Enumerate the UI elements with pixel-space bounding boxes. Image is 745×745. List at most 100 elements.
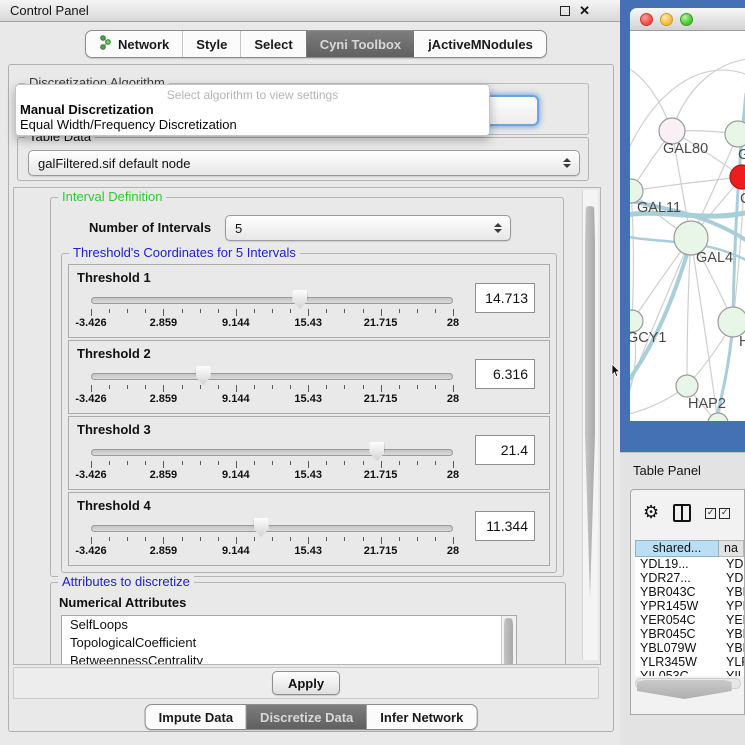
threshold-value-field[interactable] <box>475 511 535 541</box>
tab-discretize-data[interactable]: Discretize Data <box>246 705 366 729</box>
tick-label: 28 <box>447 469 459 481</box>
zoom-traffic-light-icon[interactable] <box>680 13 693 26</box>
tab-label: Cyni Toolbox <box>320 37 401 52</box>
scrollbar-thumb[interactable] <box>637 680 732 699</box>
tab-network[interactable]: Network <box>86 31 182 57</box>
slider-track[interactable] <box>91 525 453 532</box>
tick-label: 9.144 <box>222 393 250 405</box>
tab-jactivemnodules[interactable]: jActiveMNodules <box>414 31 546 57</box>
tick-label: 21.715 <box>364 393 398 405</box>
threshold-value-field[interactable] <box>475 359 535 389</box>
numerical-attributes-list[interactable]: SelfLoopsTopologicalCoefficientBetweenne… <box>61 615 517 665</box>
network-node-hap2[interactable] <box>676 375 698 397</box>
tick-mark <box>344 385 345 389</box>
table-row[interactable]: YBR043CYBR0 <box>635 585 744 599</box>
column-header-name[interactable]: na <box>719 540 744 557</box>
table-row[interactable]: YIL053CYIL0 <box>635 669 744 676</box>
slider-track[interactable] <box>91 373 453 380</box>
table-data-combobox[interactable]: galFiltered.sif default node <box>28 150 580 176</box>
gear-icon[interactable]: ⚙ <box>643 504 659 522</box>
tick-label: -3.426 <box>75 469 106 481</box>
threshold-value-field[interactable] <box>475 435 535 465</box>
threshold-value-field[interactable] <box>475 283 535 313</box>
node-label-gal4: GAL4 <box>696 250 733 266</box>
dropdown-placeholder: Select algorithm to view settings <box>16 88 489 102</box>
slider-track[interactable] <box>91 297 453 304</box>
attribute-item[interactable]: TopologicalCoefficient <box>62 634 516 652</box>
network-window-frame: GAL80GACGAL11GAL4GCY1HHAP2 <box>620 0 745 452</box>
slider-track[interactable] <box>91 449 453 456</box>
checkbox-checked-icon[interactable]: ✓ <box>705 508 716 519</box>
table-toolbar: ⚙ ✓ ✓ <box>631 490 744 536</box>
slider-thumb[interactable] <box>196 366 211 385</box>
checkbox-checked-icon[interactable]: ✓ <box>719 508 730 519</box>
node-label-hap2: HAP2 <box>688 396 726 412</box>
network-node-gal-partial[interactable] <box>725 121 745 147</box>
tab-style[interactable]: Style <box>182 31 240 57</box>
node-label-gal-partial: GA <box>738 147 745 163</box>
number-of-intervals-combobox[interactable]: 5 <box>225 215 511 241</box>
tick-label: -3.426 <box>75 393 106 405</box>
network-node-h-partial[interactable] <box>718 307 745 337</box>
threshold-label: Threshold 1 <box>77 270 151 285</box>
tick-mark <box>91 461 92 468</box>
tick-label: 21.715 <box>364 545 398 557</box>
table-horizontal-scrollbar[interactable] <box>635 678 741 689</box>
minimize-traffic-light-icon[interactable] <box>660 13 673 26</box>
table-row[interactable]: YDL19...YDL1 <box>635 557 744 571</box>
table-row[interactable]: YLR345WYLR3 <box>635 655 744 669</box>
node-table[interactable]: shared... na YDL19...YDL1YDR27...YDR2YBR… <box>635 540 744 676</box>
dropdown-option-manual-discretization[interactable]: Manual Discretization <box>16 102 489 117</box>
tab-label: Impute Data <box>159 710 233 725</box>
thresholds-coordinates-group: Threshold's Coordinates for 5 Intervals … <box>61 253 557 573</box>
cell-name: YBR0 <box>719 627 744 641</box>
cell-name: YBL0 <box>719 641 744 655</box>
network-node-red-node[interactable] <box>730 165 745 189</box>
node-label-red-node: C <box>740 191 745 207</box>
close-traffic-light-icon[interactable] <box>640 13 653 26</box>
attribute-item[interactable]: SelfLoops <box>62 616 516 634</box>
tick-mark <box>145 309 146 313</box>
tick-label: 2.859 <box>150 393 178 405</box>
close-icon[interactable]: ✕ <box>579 4 590 17</box>
float-window-icon[interactable] <box>560 6 570 16</box>
table-row[interactable]: YBR045CYBR0 <box>635 627 744 641</box>
tick-mark <box>200 309 201 313</box>
tab-select[interactable]: Select <box>240 31 305 57</box>
group-title: Interval Definition <box>58 189 166 204</box>
slider-thumb[interactable] <box>254 518 269 537</box>
threshold-box: Threshold 2 -3.4262.8599.14415.4321.7152… <box>68 340 550 414</box>
tick-label: 21.715 <box>364 317 398 329</box>
attribute-item[interactable]: BetweennessCentrality <box>62 652 516 665</box>
tick-mark <box>109 461 110 465</box>
dropdown-option-equal-width-frequency-discretization[interactable]: Equal Width/Frequency Discretization <box>16 117 489 132</box>
tab-impute-data[interactable]: Impute Data <box>146 705 246 729</box>
tab-cyni-toolbox[interactable]: Cyni Toolbox <box>306 31 414 57</box>
split-columns-icon[interactable] <box>673 504 691 522</box>
table-row[interactable]: YER054CYER0 <box>635 613 744 627</box>
slider-thumb[interactable] <box>369 442 384 461</box>
scrollbar-thumb[interactable] <box>504 618 513 665</box>
slider-thumb[interactable] <box>292 290 307 309</box>
tick-label: 15.43 <box>294 393 322 405</box>
scrollbar-thumb[interactable] <box>585 206 595 598</box>
bottom-tabbar: Impute Data Discretize DataInfer Network <box>145 704 478 730</box>
network-node-gcy1[interactable] <box>630 310 643 332</box>
apply-button[interactable]: Apply <box>272 671 340 695</box>
tick-mark <box>200 385 201 389</box>
table-row[interactable]: YBL079WYBL0 <box>635 641 744 655</box>
column-header-shared-name[interactable]: shared... <box>635 540 719 557</box>
tick-label: 15.43 <box>294 545 322 557</box>
tab-infer-network[interactable]: Infer Network <box>366 705 476 729</box>
tick-mark <box>272 309 273 313</box>
table-row[interactable]: YPR145WYPR1 <box>635 599 744 613</box>
tick-mark <box>290 309 291 313</box>
network-node-bottom-node[interactable] <box>708 413 728 421</box>
table-row[interactable]: YDR27...YDR2 <box>635 571 744 585</box>
slider-tick-labels: -3.4262.8599.14415.4321.71528 <box>91 317 453 329</box>
attributes-list-scrollbar[interactable] <box>501 616 516 665</box>
panel-vertical-scrollbar[interactable] <box>582 190 598 660</box>
network-canvas[interactable]: GAL80GACGAL11GAL4GCY1HHAP2 <box>630 31 745 421</box>
tick-mark <box>163 537 164 544</box>
select-columns-icons[interactable]: ✓ ✓ <box>705 508 730 519</box>
